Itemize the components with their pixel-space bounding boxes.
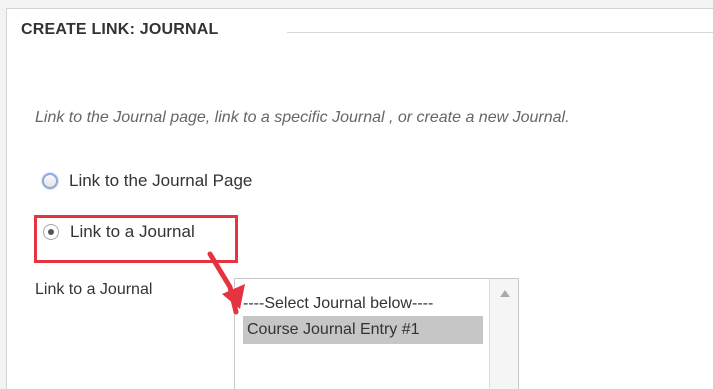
journal-link-panel: CREATE LINK: JOURNAL Link to the Journal… [6, 8, 713, 389]
select-journal-placeholder-option[interactable]: ----Select Journal below---- [243, 290, 433, 318]
create-link-journal-screen: CREATE LINK: JOURNAL Link to the Journal… [0, 0, 713, 389]
course-journal-entry-option[interactable]: Course Journal Entry #1 [243, 316, 483, 344]
journal-select-scrollbar[interactable] [489, 279, 518, 389]
scroll-up-arrow-icon[interactable] [500, 290, 510, 297]
radio-button-unchecked-icon[interactable] [42, 173, 58, 189]
link-to-journal-page-option[interactable]: Link to the Journal Page [42, 171, 252, 191]
journal-link-instructions: Link to the Journal page, link to a spec… [35, 109, 570, 126]
link-to-journal-page-label: Link to the Journal Page [69, 171, 253, 190]
link-to-a-journal-highlight [34, 215, 238, 263]
journal-select-label: Link to a Journal [35, 281, 153, 298]
journal-select-list[interactable]: ----Select Journal below---- Course Jour… [234, 278, 519, 389]
section-title-divider [287, 32, 713, 33]
section-title: CREATE LINK: JOURNAL [21, 21, 219, 38]
